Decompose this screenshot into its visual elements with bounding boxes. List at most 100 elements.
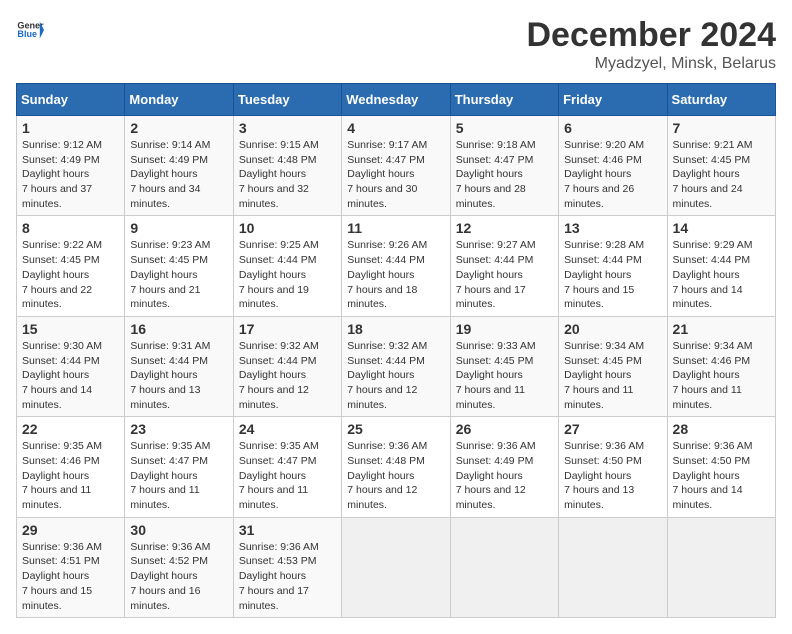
- logo-icon: General Blue: [16, 16, 44, 44]
- day-number: 20: [564, 321, 661, 337]
- day-cell-25: 25Sunrise: 9:36 AMSunset: 4:48 PMDayligh…: [342, 417, 450, 517]
- day-number: 27: [564, 421, 661, 437]
- logo: General Blue: [16, 16, 44, 44]
- day-info: Sunrise: 9:26 AMSunset: 4:44 PMDaylight …: [347, 239, 427, 310]
- day-cell-15: 15Sunrise: 9:30 AMSunset: 4:44 PMDayligh…: [17, 316, 125, 416]
- day-cell-10: 10 Sunrise: 9:25 AMSunset: 4:44 PMDayligh…: [233, 216, 341, 316]
- day-info: Sunrise: 9:18 AMSunset: 4:47 PMDaylight …: [456, 139, 536, 210]
- day-cell-18: 18 Sunrise: 9:32 AMSunset: 4:44 PMDayligh…: [342, 316, 450, 416]
- day-cell-8: 8 Sunrise: 9:22 AMSunset: 4:45 PMDaylight…: [17, 216, 125, 316]
- day-number: 6: [564, 120, 661, 136]
- day-info: Sunrise: 9:22 AMSunset: 4:45 PMDaylight …: [22, 239, 102, 310]
- day-number: 17: [239, 321, 336, 337]
- day-cell-13: 13 Sunrise: 9:28 AMSunset: 4:44 PMDayligh…: [559, 216, 667, 316]
- day-number: 18: [347, 321, 444, 337]
- weekday-header-monday: Monday: [125, 84, 233, 116]
- day-cell-1: 1Sunrise: 9:12 AMSunset: 4:49 PMDaylight…: [17, 116, 125, 216]
- day-number: 24: [239, 421, 336, 437]
- day-number: 23: [130, 421, 227, 437]
- day-cell-30: 30Sunrise: 9:36 AMSunset: 4:52 PMDayligh…: [125, 517, 233, 617]
- day-info: Sunrise: 9:34 AMSunset: 4:45 PMDaylight …: [564, 340, 644, 411]
- day-info: Sunrise: 9:30 AMSunset: 4:44 PMDaylight …: [22, 340, 102, 411]
- day-info: Sunrise: 9:17 AMSunset: 4:47 PMDaylight …: [347, 139, 427, 210]
- day-cell-21: 21Sunrise: 9:34 AMSunset: 4:46 PMDayligh…: [667, 316, 775, 416]
- day-info: Sunrise: 9:32 AMSunset: 4:44 PMDaylight …: [239, 340, 319, 411]
- day-info: Sunrise: 9:21 AMSunset: 4:45 PMDaylight …: [673, 139, 753, 210]
- day-number: 25: [347, 421, 444, 437]
- day-number: 12: [456, 220, 553, 236]
- weekday-header-saturday: Saturday: [667, 84, 775, 116]
- day-info: Sunrise: 9:33 AMSunset: 4:45 PMDaylight …: [456, 340, 536, 411]
- day-info: Sunrise: 9:36 AMSunset: 4:52 PMDaylight …: [130, 541, 210, 612]
- day-cell-16: 16 Sunrise: 9:31 AMSunset: 4:44 PMDayligh…: [125, 316, 233, 416]
- day-cell-29: 29 Sunrise: 9:36 AMSunset: 4:51 PMDayligh…: [17, 517, 125, 617]
- day-info: Sunrise: 9:29 AMSunset: 4:44 PMDaylight …: [673, 239, 753, 310]
- day-info: Sunrise: 9:35 AMSunset: 4:47 PMDaylight …: [130, 440, 210, 511]
- day-cell-6: 6 Sunrise: 9:20 AMSunset: 4:46 PMDaylight…: [559, 116, 667, 216]
- day-info: Sunrise: 9:32 AMSunset: 4:44 PMDaylight …: [347, 340, 427, 411]
- weekday-header-tuesday: Tuesday: [233, 84, 341, 116]
- day-cell-28: 28 Sunrise: 9:36 AMSunset: 4:50 PMDayligh…: [667, 417, 775, 517]
- day-cell-14: 14Sunrise: 9:29 AMSunset: 4:44 PMDayligh…: [667, 216, 775, 316]
- empty-cell: [450, 517, 558, 617]
- weekday-header-sunday: Sunday: [17, 84, 125, 116]
- svg-text:Blue: Blue: [17, 29, 37, 39]
- weekday-header-wednesday: Wednesday: [342, 84, 450, 116]
- day-info: Sunrise: 9:36 AMSunset: 4:50 PMDaylight …: [564, 440, 644, 511]
- calendar-table: SundayMondayTuesdayWednesdayThursdayFrid…: [16, 83, 776, 618]
- calendar-week-2: 8 Sunrise: 9:22 AMSunset: 4:45 PMDaylight…: [17, 216, 776, 316]
- day-cell-24: 24 Sunrise: 9:35 AMSunset: 4:47 PMDayligh…: [233, 417, 341, 517]
- day-cell-4: 4 Sunrise: 9:17 AMSunset: 4:47 PMDaylight…: [342, 116, 450, 216]
- day-number: 28: [673, 421, 770, 437]
- day-info: Sunrise: 9:35 AMSunset: 4:46 PMDaylight …: [22, 440, 102, 511]
- day-cell-20: 20 Sunrise: 9:34 AMSunset: 4:45 PMDayligh…: [559, 316, 667, 416]
- weekday-header-thursday: Thursday: [450, 84, 558, 116]
- day-number: 7: [673, 120, 770, 136]
- day-number: 16: [130, 321, 227, 337]
- empty-cell: [667, 517, 775, 617]
- day-info: Sunrise: 9:25 AMSunset: 4:44 PMDaylight …: [239, 239, 319, 310]
- day-number: 2: [130, 120, 227, 136]
- day-info: Sunrise: 9:27 AMSunset: 4:44 PMDaylight …: [456, 239, 536, 310]
- day-info: Sunrise: 9:31 AMSunset: 4:44 PMDaylight …: [130, 340, 210, 411]
- day-cell-9: 9Sunrise: 9:23 AMSunset: 4:45 PMDaylight…: [125, 216, 233, 316]
- day-cell-5: 5Sunrise: 9:18 AMSunset: 4:47 PMDaylight…: [450, 116, 558, 216]
- day-info: Sunrise: 9:35 AMSunset: 4:47 PMDaylight …: [239, 440, 319, 511]
- day-number: 13: [564, 220, 661, 236]
- day-number: 31: [239, 522, 336, 538]
- day-number: 10: [239, 220, 336, 236]
- day-number: 8: [22, 220, 119, 236]
- day-cell-17: 17 Sunrise: 9:32 AMSunset: 4:44 PMDayligh…: [233, 316, 341, 416]
- day-number: 1: [22, 120, 119, 136]
- day-info: Sunrise: 9:23 AMSunset: 4:45 PMDaylight …: [130, 239, 210, 310]
- location-title: Myadzyel, Minsk, Belarus: [526, 55, 776, 73]
- day-number: 22: [22, 421, 119, 437]
- weekday-header-row: SundayMondayTuesdayWednesdayThursdayFrid…: [17, 84, 776, 116]
- empty-cell: [342, 517, 450, 617]
- weekday-header-friday: Friday: [559, 84, 667, 116]
- day-info: Sunrise: 9:34 AMSunset: 4:46 PMDaylight …: [673, 340, 753, 411]
- day-cell-26: 26Sunrise: 9:36 AMSunset: 4:49 PMDayligh…: [450, 417, 558, 517]
- day-number: 29: [22, 522, 119, 538]
- day-info: Sunrise: 9:36 AMSunset: 4:50 PMDaylight …: [673, 440, 753, 511]
- day-cell-22: 22 Sunrise: 9:35 AMSunset: 4:46 PMDayligh…: [17, 417, 125, 517]
- day-cell-19: 19 Sunrise: 9:33 AMSunset: 4:45 PMDayligh…: [450, 316, 558, 416]
- calendar-week-4: 22 Sunrise: 9:35 AMSunset: 4:46 PMDayligh…: [17, 417, 776, 517]
- day-cell-7: 7 Sunrise: 9:21 AMSunset: 4:45 PMDaylight…: [667, 116, 775, 216]
- title-block: December 2024 Myadzyel, Minsk, Belarus: [526, 16, 776, 73]
- day-number: 19: [456, 321, 553, 337]
- day-number: 11: [347, 220, 444, 236]
- day-cell-3: 3Sunrise: 9:15 AMSunset: 4:48 PMDaylight…: [233, 116, 341, 216]
- day-info: Sunrise: 9:20 AMSunset: 4:46 PMDaylight …: [564, 139, 644, 210]
- day-number: 4: [347, 120, 444, 136]
- day-info: Sunrise: 9:15 AMSunset: 4:48 PMDaylight …: [239, 139, 319, 210]
- calendar-week-3: 15Sunrise: 9:30 AMSunset: 4:44 PMDayligh…: [17, 316, 776, 416]
- day-number: 26: [456, 421, 553, 437]
- day-cell-11: 11 Sunrise: 9:26 AMSunset: 4:44 PMDayligh…: [342, 216, 450, 316]
- day-cell-27: 27 Sunrise: 9:36 AMSunset: 4:50 PMDayligh…: [559, 417, 667, 517]
- empty-cell: [559, 517, 667, 617]
- day-info: Sunrise: 9:36 AMSunset: 4:51 PMDaylight …: [22, 541, 102, 612]
- month-title: December 2024: [526, 16, 776, 55]
- day-info: Sunrise: 9:28 AMSunset: 4:44 PMDaylight …: [564, 239, 644, 310]
- page-header: General Blue December 2024 Myadzyel, Min…: [16, 16, 776, 73]
